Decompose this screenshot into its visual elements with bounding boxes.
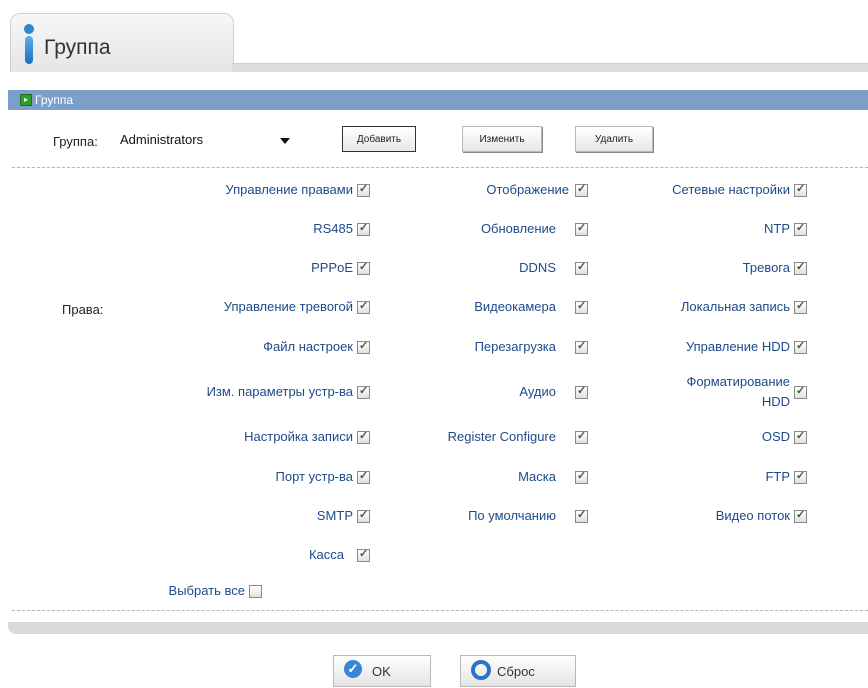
perm-checkbox[interactable] <box>357 429 370 444</box>
select-all-label: Выбрать все <box>168 583 245 598</box>
group-select[interactable]: Administrators <box>118 129 294 151</box>
perm-label: Локальная запись <box>680 299 790 314</box>
perm-label: NTP <box>764 221 790 236</box>
perm-label: Видео поток <box>715 508 790 523</box>
arrow-right-icon: ▸ <box>20 94 32 106</box>
reset-button-label: Сброс <box>497 664 535 679</box>
perm-label: PPPoE <box>311 260 353 275</box>
perm-label: Аудио <box>519 384 556 399</box>
perm-label: Порт устр-ва <box>275 469 353 484</box>
reset-circle-icon <box>471 660 491 680</box>
perm-label: Маска <box>518 469 556 484</box>
perm-checkbox[interactable] <box>794 508 807 523</box>
perm-checkbox[interactable] <box>575 299 588 314</box>
perm-label: Управление правами <box>225 182 353 197</box>
reset-button[interactable]: Сброс <box>460 655 576 687</box>
perm-checkbox[interactable] <box>794 182 807 197</box>
perm-label: Register Configure <box>447 429 556 444</box>
perm-label: FTP <box>765 469 790 484</box>
rights-label: Права: <box>62 302 104 317</box>
perm-label: OSD <box>761 429 790 444</box>
perm-label: По умолчанию <box>468 508 556 523</box>
perm-checkbox[interactable] <box>357 260 370 275</box>
perm-label: Форматирование <box>686 374 790 389</box>
perm-checkbox[interactable] <box>794 221 807 236</box>
perm-label: Файл настроек <box>263 339 353 354</box>
chevron-down-icon <box>280 138 290 144</box>
perm-label: HDD <box>761 394 790 409</box>
add-button[interactable]: Добавить <box>342 126 416 152</box>
perm-label: Видеокамера <box>474 299 556 314</box>
perm-checkbox[interactable] <box>575 339 588 354</box>
check-icon: ✓ <box>344 660 362 678</box>
perm-checkbox[interactable] <box>794 299 807 314</box>
perm-label: Сетевые настройки <box>672 182 790 197</box>
perm-label: Тревога <box>742 260 790 275</box>
perm-label: Касса <box>308 547 344 562</box>
perm-label: Управление HDD <box>685 339 790 354</box>
perm-checkbox[interactable] <box>794 429 807 444</box>
tab-strip <box>232 63 868 72</box>
perm-checkbox[interactable] <box>575 221 588 236</box>
delete-button[interactable]: Удалить <box>575 126 653 152</box>
perm-label: Настройка записи <box>244 429 353 444</box>
perm-label: Перезагрузка <box>474 339 556 354</box>
perm-checkbox[interactable] <box>794 260 807 275</box>
perm-label: Отображение <box>486 182 569 197</box>
divider <box>12 167 868 168</box>
perm-checkbox[interactable] <box>575 182 588 197</box>
perm-checkbox[interactable] <box>794 339 807 354</box>
perm-label: Обновление <box>480 221 556 236</box>
perm-checkbox[interactable] <box>794 469 807 484</box>
perm-label: DDNS <box>519 260 556 275</box>
group-select-value: Administrators <box>120 132 204 147</box>
perm-checkbox[interactable] <box>357 182 370 197</box>
perm-checkbox[interactable] <box>575 429 588 444</box>
panel-bottom-border <box>8 622 868 634</box>
perm-label: RS485 <box>313 221 353 236</box>
perm-checkbox[interactable] <box>575 508 588 523</box>
perm-checkbox[interactable] <box>357 221 370 236</box>
perm-checkbox[interactable] <box>357 299 370 314</box>
perm-label: Изм. параметры устр-ва <box>206 384 353 399</box>
divider <box>12 610 868 611</box>
group-label: Группа: <box>53 134 98 149</box>
perm-checkbox[interactable] <box>357 508 370 523</box>
perm-checkbox[interactable] <box>575 469 588 484</box>
select-all-checkbox[interactable] <box>249 585 262 598</box>
section-header <box>8 90 868 110</box>
ok-button-label: OK <box>372 664 391 679</box>
tab-title: Группа <box>44 36 111 59</box>
perm-checkbox[interactable] <box>575 384 588 399</box>
perm-label: Управление тревогой <box>223 299 353 314</box>
edit-button[interactable]: Изменить <box>462 126 542 152</box>
info-icon <box>24 24 34 64</box>
perm-checkbox[interactable] <box>357 384 370 399</box>
perm-checkbox[interactable] <box>794 384 807 399</box>
perm-checkbox[interactable] <box>357 339 370 354</box>
perm-label: SMTP <box>316 508 353 523</box>
section-title: Группа <box>35 93 74 107</box>
perm-checkbox[interactable] <box>357 469 370 484</box>
perm-checkbox[interactable] <box>575 260 588 275</box>
ok-button[interactable]: ✓ OK <box>333 655 431 687</box>
perm-checkbox[interactable] <box>357 547 370 562</box>
